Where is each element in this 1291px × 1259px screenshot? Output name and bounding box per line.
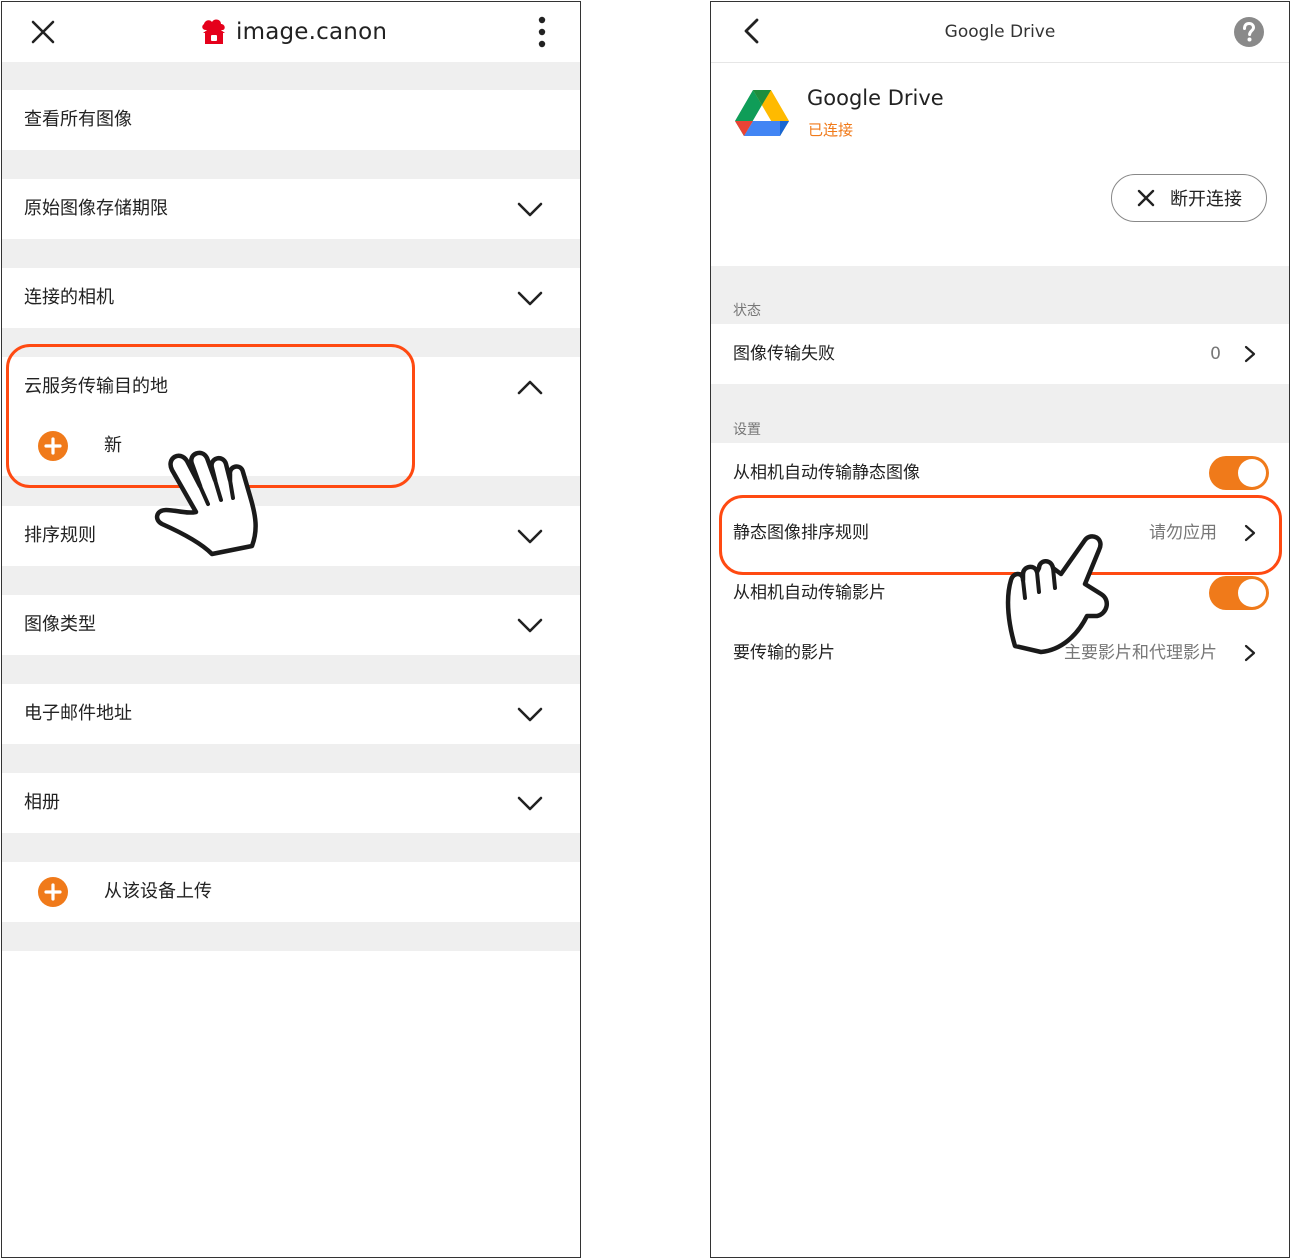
google-drive-logo	[735, 90, 789, 136]
section-header-status: 状态	[711, 266, 1289, 324]
divider	[2, 655, 580, 684]
upload-from-device-item[interactable]: 从该设备上传	[2, 862, 580, 922]
left-screen: image.canon 查看所有图像 原始图像存储期限 连接的相机 云服务传输目…	[1, 1, 581, 1258]
app-header: image.canon	[2, 2, 580, 62]
upload-label: 从该设备上传	[104, 881, 212, 902]
screen-title: Google Drive	[944, 22, 1056, 42]
divider	[2, 744, 580, 773]
movies-to-transfer-row[interactable]: 要传输的影片 主要影片和代理影片	[711, 623, 1289, 683]
divider	[2, 566, 580, 595]
chevron-up-icon	[517, 380, 543, 395]
menu-item-sort-rules[interactable]: 排序规则	[2, 506, 580, 566]
chevron-down-icon	[517, 529, 543, 544]
toggle-knob	[1238, 459, 1266, 487]
back-icon[interactable]	[739, 16, 763, 46]
divider	[2, 150, 580, 179]
right-screen: Google Drive Google Drive 已连接 断开连接 状态 图像…	[710, 1, 1290, 1258]
close-icon	[1137, 189, 1155, 207]
row-label: 要传输的影片	[733, 643, 835, 663]
menu-item-label: 相册	[24, 792, 60, 813]
plus-circle-icon	[38, 877, 68, 907]
toggle-knob	[1238, 579, 1266, 607]
menu-item-storage-period[interactable]: 原始图像存储期限	[2, 179, 580, 239]
menu-item-label: 原始图像存储期限	[24, 198, 168, 219]
failed-count: 0	[1210, 344, 1221, 364]
service-name: Google Drive	[807, 86, 944, 110]
menu-item-label: 电子邮件地址	[24, 703, 132, 724]
failed-transfers-row[interactable]: 图像传输失败 0	[711, 324, 1289, 384]
disconnect-label: 断开连接	[1170, 189, 1242, 210]
section-label: 设置	[733, 422, 761, 438]
auto-transfer-movies-toggle[interactable]	[1209, 576, 1269, 610]
chevron-down-icon	[517, 796, 543, 811]
chevron-right-icon	[1244, 345, 1256, 363]
chevron-down-icon	[517, 707, 543, 722]
menu-item-image-type[interactable]: 图像类型	[2, 595, 580, 655]
connection-status: 已连接	[808, 121, 854, 139]
divider	[2, 239, 580, 268]
brand-name: image.canon	[236, 19, 388, 45]
brand: image.canon	[198, 14, 387, 50]
disconnect-button[interactable]: 断开连接	[1111, 174, 1267, 222]
more-vertical-icon[interactable]	[530, 14, 554, 50]
row-label: 从相机自动传输静态图像	[733, 463, 920, 483]
divider	[2, 62, 580, 90]
menu-item-label: 查看所有图像	[24, 109, 132, 130]
chevron-down-icon	[517, 202, 543, 217]
chevron-down-icon	[517, 618, 543, 633]
hand-pointer-icon	[154, 450, 258, 557]
hand-pointer-icon	[1005, 534, 1110, 655]
menu-item-albums[interactable]: 相册	[2, 773, 580, 833]
divider	[2, 833, 580, 862]
section-label: 状态	[733, 303, 761, 319]
screen-header: Google Drive	[711, 2, 1289, 63]
chevron-right-icon	[1244, 644, 1256, 662]
menu-item-label: 图像类型	[24, 614, 96, 635]
chevron-down-icon	[517, 291, 543, 306]
menu-item-label: 连接的相机	[24, 287, 114, 308]
auto-transfer-stills-row: 从相机自动传输静态图像	[711, 443, 1289, 503]
menu-item-email-address[interactable]: 电子邮件地址	[2, 684, 580, 744]
divider	[2, 922, 580, 951]
row-label: 图像传输失败	[733, 344, 835, 364]
help-icon[interactable]	[1233, 16, 1265, 48]
section-header-settings: 设置	[711, 384, 1289, 443]
auto-transfer-stills-toggle[interactable]	[1209, 456, 1269, 490]
menu-item-view-all-images[interactable]: 查看所有图像	[2, 90, 580, 150]
close-icon[interactable]	[30, 19, 56, 45]
image-canon-logo	[202, 19, 225, 44]
menu-item-label: 排序规则	[24, 525, 96, 546]
menu-item-connected-cameras[interactable]: 连接的相机	[2, 268, 580, 328]
